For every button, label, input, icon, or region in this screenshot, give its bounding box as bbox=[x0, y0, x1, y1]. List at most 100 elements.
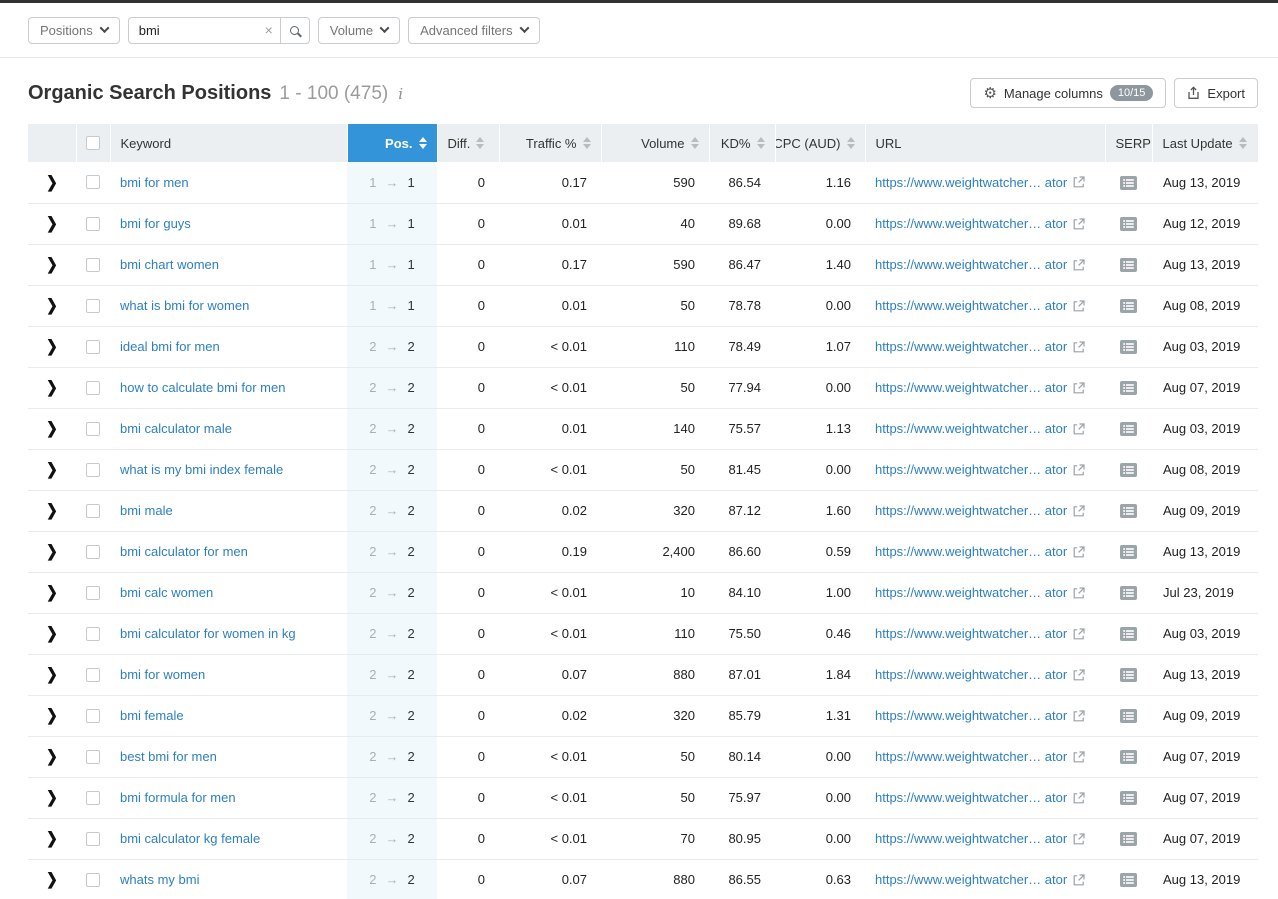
info-icon[interactable]: i bbox=[396, 85, 405, 103]
row-checkbox[interactable] bbox=[86, 791, 100, 805]
url-link[interactable]: https://www.weightwatcher… ator bbox=[875, 298, 1067, 313]
external-link-icon[interactable] bbox=[1073, 464, 1085, 476]
external-link-icon[interactable] bbox=[1073, 218, 1085, 230]
header-volume-sort[interactable]: Volume bbox=[601, 124, 709, 162]
expand-row-icon[interactable]: ❯ bbox=[46, 583, 58, 603]
keyword-link[interactable]: bmi calculator male bbox=[120, 421, 232, 436]
header-traffic-sort[interactable]: Traffic % bbox=[499, 124, 601, 162]
serp-snapshot-icon[interactable] bbox=[1120, 176, 1137, 190]
row-checkbox[interactable] bbox=[86, 258, 100, 272]
keyword-link[interactable]: bmi male bbox=[120, 503, 173, 518]
keyword-link[interactable]: bmi for women bbox=[120, 667, 205, 682]
url-link[interactable]: https://www.weightwatcher… ator bbox=[875, 667, 1067, 682]
serp-snapshot-icon[interactable] bbox=[1120, 504, 1137, 518]
positions-filter-dropdown[interactable]: Positions bbox=[28, 17, 120, 44]
serp-snapshot-icon[interactable] bbox=[1120, 258, 1137, 272]
serp-snapshot-icon[interactable] bbox=[1120, 217, 1137, 231]
row-checkbox[interactable] bbox=[86, 709, 100, 723]
volume-filter-dropdown[interactable]: Volume bbox=[318, 17, 400, 44]
url-link[interactable]: https://www.weightwatcher… ator bbox=[875, 708, 1067, 723]
external-link-icon[interactable] bbox=[1073, 669, 1085, 681]
keyword-link[interactable]: bmi female bbox=[120, 708, 184, 723]
serp-snapshot-icon[interactable] bbox=[1120, 791, 1137, 805]
row-checkbox[interactable] bbox=[86, 873, 100, 887]
expand-row-icon[interactable]: ❯ bbox=[46, 829, 58, 849]
header-cpc-sort[interactable]: CPC (AUD) bbox=[775, 124, 865, 162]
expand-row-icon[interactable]: ❯ bbox=[46, 172, 58, 192]
keyword-link[interactable]: bmi calculator for women in kg bbox=[120, 626, 296, 641]
expand-row-icon[interactable]: ❯ bbox=[46, 378, 58, 398]
external-link-icon[interactable] bbox=[1073, 587, 1085, 599]
external-link-icon[interactable] bbox=[1073, 833, 1085, 845]
external-link-icon[interactable] bbox=[1073, 505, 1085, 517]
serp-snapshot-icon[interactable] bbox=[1120, 299, 1137, 313]
expand-row-icon[interactable]: ❯ bbox=[46, 706, 58, 726]
header-pos-sort[interactable]: Pos. bbox=[347, 124, 437, 162]
row-checkbox[interactable] bbox=[86, 217, 100, 231]
row-checkbox[interactable] bbox=[86, 750, 100, 764]
serp-snapshot-icon[interactable] bbox=[1120, 750, 1137, 764]
expand-row-icon[interactable]: ❯ bbox=[46, 870, 58, 890]
keyword-link[interactable]: what is bmi for women bbox=[120, 298, 249, 313]
url-link[interactable]: https://www.weightwatcher… ator bbox=[875, 872, 1067, 887]
keyword-link[interactable]: bmi calculator for men bbox=[120, 544, 248, 559]
expand-row-icon[interactable]: ❯ bbox=[46, 419, 58, 439]
keyword-link[interactable]: bmi for men bbox=[120, 175, 189, 190]
keyword-link[interactable]: ideal bmi for men bbox=[120, 339, 220, 354]
serp-snapshot-icon[interactable] bbox=[1120, 832, 1137, 846]
row-checkbox[interactable] bbox=[86, 340, 100, 354]
serp-snapshot-icon[interactable] bbox=[1120, 709, 1137, 723]
select-all-checkbox[interactable] bbox=[86, 136, 100, 150]
row-checkbox[interactable] bbox=[86, 381, 100, 395]
row-checkbox[interactable] bbox=[86, 463, 100, 477]
row-checkbox[interactable] bbox=[86, 586, 100, 600]
external-link-icon[interactable] bbox=[1073, 546, 1085, 558]
expand-row-icon[interactable]: ❯ bbox=[46, 214, 58, 234]
expand-row-icon[interactable]: ❯ bbox=[46, 665, 58, 685]
expand-row-icon[interactable]: ❯ bbox=[46, 542, 58, 562]
url-link[interactable]: https://www.weightwatcher… ator bbox=[875, 216, 1067, 231]
header-diff-sort[interactable]: Diff. bbox=[437, 124, 499, 162]
row-checkbox[interactable] bbox=[86, 832, 100, 846]
keyword-link[interactable]: bmi for guys bbox=[120, 216, 191, 231]
row-checkbox[interactable] bbox=[86, 627, 100, 641]
external-link-icon[interactable] bbox=[1073, 710, 1085, 722]
url-link[interactable]: https://www.weightwatcher… ator bbox=[875, 380, 1067, 395]
url-link[interactable]: https://www.weightwatcher… ator bbox=[875, 626, 1067, 641]
url-link[interactable]: https://www.weightwatcher… ator bbox=[875, 831, 1067, 846]
keyword-link[interactable]: how to calculate bmi for men bbox=[120, 380, 285, 395]
row-checkbox[interactable] bbox=[86, 175, 100, 189]
manage-columns-button[interactable]: ⚙ Manage columns 10/15 bbox=[970, 78, 1166, 108]
expand-row-icon[interactable]: ❯ bbox=[46, 255, 58, 275]
external-link-icon[interactable] bbox=[1073, 874, 1085, 886]
row-checkbox[interactable] bbox=[86, 545, 100, 559]
keyword-link[interactable]: bmi chart women bbox=[120, 257, 219, 272]
row-checkbox[interactable] bbox=[86, 422, 100, 436]
serp-snapshot-icon[interactable] bbox=[1120, 463, 1137, 477]
keyword-link[interactable]: what is my bmi index female bbox=[120, 462, 283, 477]
url-link[interactable]: https://www.weightwatcher… ator bbox=[875, 175, 1067, 190]
serp-snapshot-icon[interactable] bbox=[1120, 627, 1137, 641]
external-link-icon[interactable] bbox=[1073, 792, 1085, 804]
export-button[interactable]: Export bbox=[1174, 78, 1258, 108]
serp-snapshot-icon[interactable] bbox=[1120, 545, 1137, 559]
external-link-icon[interactable] bbox=[1073, 423, 1085, 435]
url-link[interactable]: https://www.weightwatcher… ator bbox=[875, 790, 1067, 805]
expand-row-icon[interactable]: ❯ bbox=[46, 460, 58, 480]
url-link[interactable]: https://www.weightwatcher… ator bbox=[875, 339, 1067, 354]
search-button[interactable] bbox=[280, 17, 310, 44]
keyword-search-input[interactable] bbox=[128, 17, 280, 44]
expand-row-icon[interactable]: ❯ bbox=[46, 788, 58, 808]
keyword-link[interactable]: whats my bmi bbox=[120, 872, 199, 887]
external-link-icon[interactable] bbox=[1073, 300, 1085, 312]
url-link[interactable]: https://www.weightwatcher… ator bbox=[875, 462, 1067, 477]
advanced-filters-dropdown[interactable]: Advanced filters bbox=[408, 17, 540, 44]
external-link-icon[interactable] bbox=[1073, 751, 1085, 763]
expand-row-icon[interactable]: ❯ bbox=[46, 337, 58, 357]
external-link-icon[interactable] bbox=[1073, 259, 1085, 271]
serp-snapshot-icon[interactable] bbox=[1120, 381, 1137, 395]
url-link[interactable]: https://www.weightwatcher… ator bbox=[875, 585, 1067, 600]
external-link-icon[interactable] bbox=[1073, 382, 1085, 394]
header-kd-sort[interactable]: KD% bbox=[709, 124, 775, 162]
keyword-link[interactable]: bmi formula for men bbox=[120, 790, 236, 805]
